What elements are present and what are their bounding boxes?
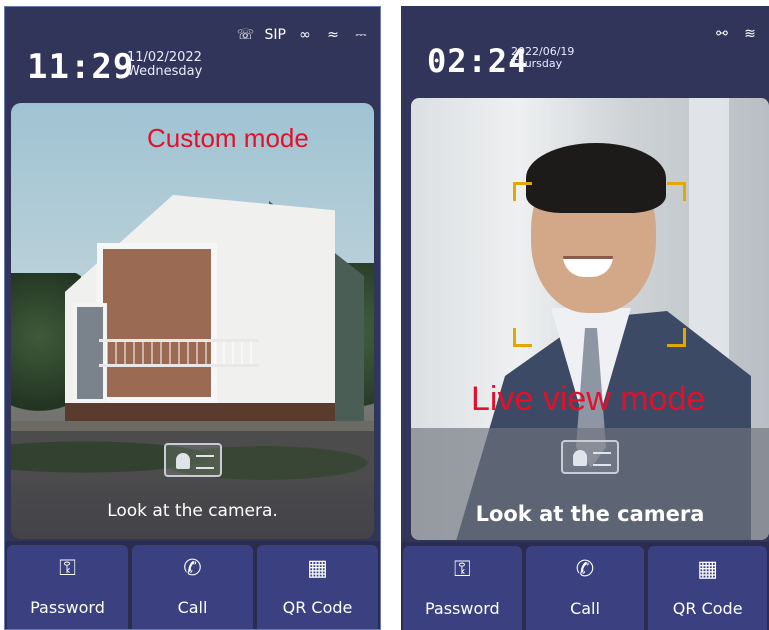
call-button[interactable]: ✆ Call (525, 546, 645, 630)
face-frame-corner-bottom-left (513, 328, 532, 347)
password-button-label: Password (30, 598, 105, 617)
link-broken-icon: ∞ (299, 27, 311, 43)
face-frame-corner-top-right (667, 182, 686, 201)
clock-date: 2022/06/19 Thursday (511, 46, 574, 70)
right-device-screen: 02:24 2022/06/19 Thursday ⚯ ≋ Live view … (401, 6, 769, 630)
face-frame-corner-bottom-right (667, 328, 686, 347)
weekday-text: Wednesday (127, 64, 203, 79)
wifi-off-icon: ≈ (327, 27, 339, 43)
date-text: 11/02/2022 (127, 50, 202, 65)
qr-code-button[interactable]: ▦ QR Code (648, 546, 768, 630)
house-balcony (99, 339, 259, 367)
mode-label: Custom mode (147, 123, 309, 153)
live-camera-view: Live view mode Look at the camera (411, 98, 769, 540)
sip-disabled-icon: SIP (264, 27, 286, 43)
call-button-label: Call (177, 598, 208, 617)
clock-time: 11:29 (27, 47, 135, 87)
status-icons: ⚯ ≋ (713, 26, 759, 42)
key-icon: ⚿ (453, 557, 471, 582)
camera-prompt: Look at the camera. (11, 431, 374, 539)
status-icons: ☏ SIP ∞ ≈ ⎓ (237, 27, 370, 43)
sd-card-icon: ⎓ (355, 27, 367, 43)
custom-background-image: Custom mode Look at the camera. (11, 103, 374, 539)
camera-prompt-text: Look at the camera. (107, 501, 278, 521)
camera-prompt-text: Look at the camera (475, 502, 705, 526)
phone-icon: ✆ (575, 557, 595, 582)
id-card-icon (561, 440, 619, 474)
qr-code-button-label: QR Code (282, 598, 353, 617)
qr-code-button[interactable]: ▦ QR Code (257, 545, 378, 629)
house-window (97, 243, 217, 403)
camera-prompt: Look at the camera (411, 428, 769, 540)
clock-date: 11/02/2022 Wednesday (127, 51, 202, 79)
left-device-screen: 11:29 11/02/2022 Wednesday ☏ SIP ∞ ≈ ⎓ C… (4, 6, 381, 630)
mode-label: Live view mode (471, 380, 706, 418)
action-bar: ⚿ Password ✆ Call ▦ QR Code (401, 542, 769, 630)
id-card-icon (163, 443, 222, 477)
password-button-label: Password (424, 599, 500, 618)
action-bar: ⚿ Password ✆ Call ▦ QR Code (5, 541, 380, 629)
status-bar: 11:29 11/02/2022 Wednesday ☏ SIP ∞ ≈ ⎓ (5, 7, 380, 97)
face-frame-corner-top-left (513, 182, 532, 201)
status-bar: 02:24 2022/06/19 Thursday ⚯ ≋ (401, 6, 769, 96)
qr-code-button-label: QR Code (672, 599, 743, 618)
wifi-icon: ≋ (744, 26, 756, 42)
password-button[interactable]: ⚿ Password (7, 545, 128, 629)
qr-code-icon: ▦ (697, 557, 719, 582)
sip-call-icon: ☏ (236, 27, 255, 43)
phone-icon: ✆ (183, 556, 202, 581)
person-hair (526, 143, 666, 213)
password-button[interactable]: ⚿ Password (403, 546, 522, 630)
link-icon: ⚯ (716, 26, 728, 42)
call-button-label: Call (570, 599, 600, 618)
key-icon: ⚿ (59, 556, 76, 581)
qr-code-icon: ▦ (307, 556, 328, 581)
weekday-text: Thursday (511, 57, 563, 70)
call-button[interactable]: ✆ Call (132, 545, 253, 629)
